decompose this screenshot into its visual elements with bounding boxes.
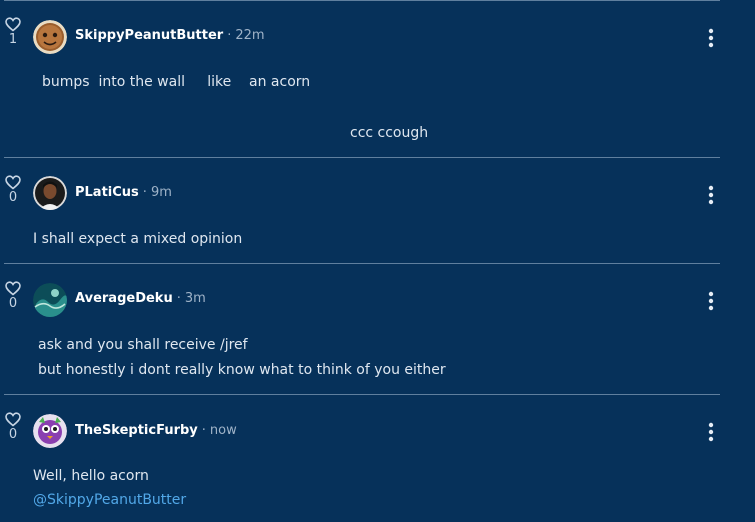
comment-header: AverageDeku · 3m	[75, 291, 206, 307]
divider	[4, 0, 720, 1]
vertical-dots-icon	[708, 422, 714, 442]
timestamp: now	[209, 423, 237, 438]
divider	[4, 263, 720, 264]
timestamp: 3m	[184, 291, 206, 306]
username[interactable]: SkippyPeanutButter	[75, 28, 223, 43]
like-control[interactable]: 1	[4, 17, 22, 46]
vertical-dots-icon	[708, 28, 714, 48]
peanut-butter-avatar-icon	[33, 20, 67, 54]
comment-text: I shall expect a mixed opinion	[33, 231, 243, 247]
comment-header: SkippyPeanutButter · 22m	[75, 28, 265, 44]
furby-avatar-icon	[33, 414, 67, 448]
username[interactable]: PLatiCus	[75, 185, 139, 200]
wave-avatar-icon	[33, 283, 67, 317]
avatar[interactable]	[33, 283, 67, 317]
username[interactable]: TheSkepticFurby	[75, 423, 198, 438]
comment-text: ccc ccough	[350, 125, 429, 141]
heart-icon[interactable]	[5, 175, 21, 190]
more-options-button[interactable]	[702, 291, 720, 311]
avatar[interactable]	[33, 414, 67, 448]
timestamp: 9m	[150, 185, 172, 200]
vertical-dots-icon	[708, 185, 714, 205]
comment-header: TheSkepticFurby · now	[75, 423, 237, 439]
timestamp: 22m	[235, 28, 265, 43]
more-options-button[interactable]	[702, 422, 720, 442]
avatar[interactable]	[33, 20, 67, 54]
separator-dot: ·	[201, 423, 206, 438]
divider	[4, 394, 720, 395]
separator-dot: ·	[176, 291, 181, 306]
user-mention-link[interactable]: @SkippyPeanutButter	[33, 491, 186, 509]
comment-text: ask and you shall receive /jref	[38, 337, 248, 353]
heart-icon[interactable]	[5, 281, 21, 296]
comment-text: bumps into the wall like an acorn	[42, 74, 311, 90]
avatar[interactable]	[33, 176, 67, 210]
more-options-button[interactable]	[702, 28, 720, 48]
comment-header: PLatiCus · 9m	[75, 185, 172, 201]
more-options-button[interactable]	[702, 185, 720, 205]
separator-dot: ·	[142, 185, 147, 200]
like-count: 0	[8, 190, 18, 205]
heart-icon[interactable]	[5, 17, 21, 32]
separator-dot: ·	[227, 28, 232, 43]
comment-text: Well, hello acorn	[33, 468, 149, 484]
portrait-avatar-icon	[33, 176, 67, 210]
like-count: 0	[8, 427, 18, 442]
like-control[interactable]: 0	[4, 175, 22, 204]
username[interactable]: AverageDeku	[75, 291, 173, 306]
like-control[interactable]: 0	[4, 412, 22, 441]
like-count: 0	[8, 296, 18, 311]
comment-text: but honestly i dont really know what to …	[38, 362, 446, 378]
vertical-dots-icon	[708, 291, 714, 311]
like-control[interactable]: 0	[4, 281, 22, 310]
like-count: 1	[8, 32, 18, 47]
divider	[4, 157, 720, 158]
heart-icon[interactable]	[5, 412, 21, 427]
